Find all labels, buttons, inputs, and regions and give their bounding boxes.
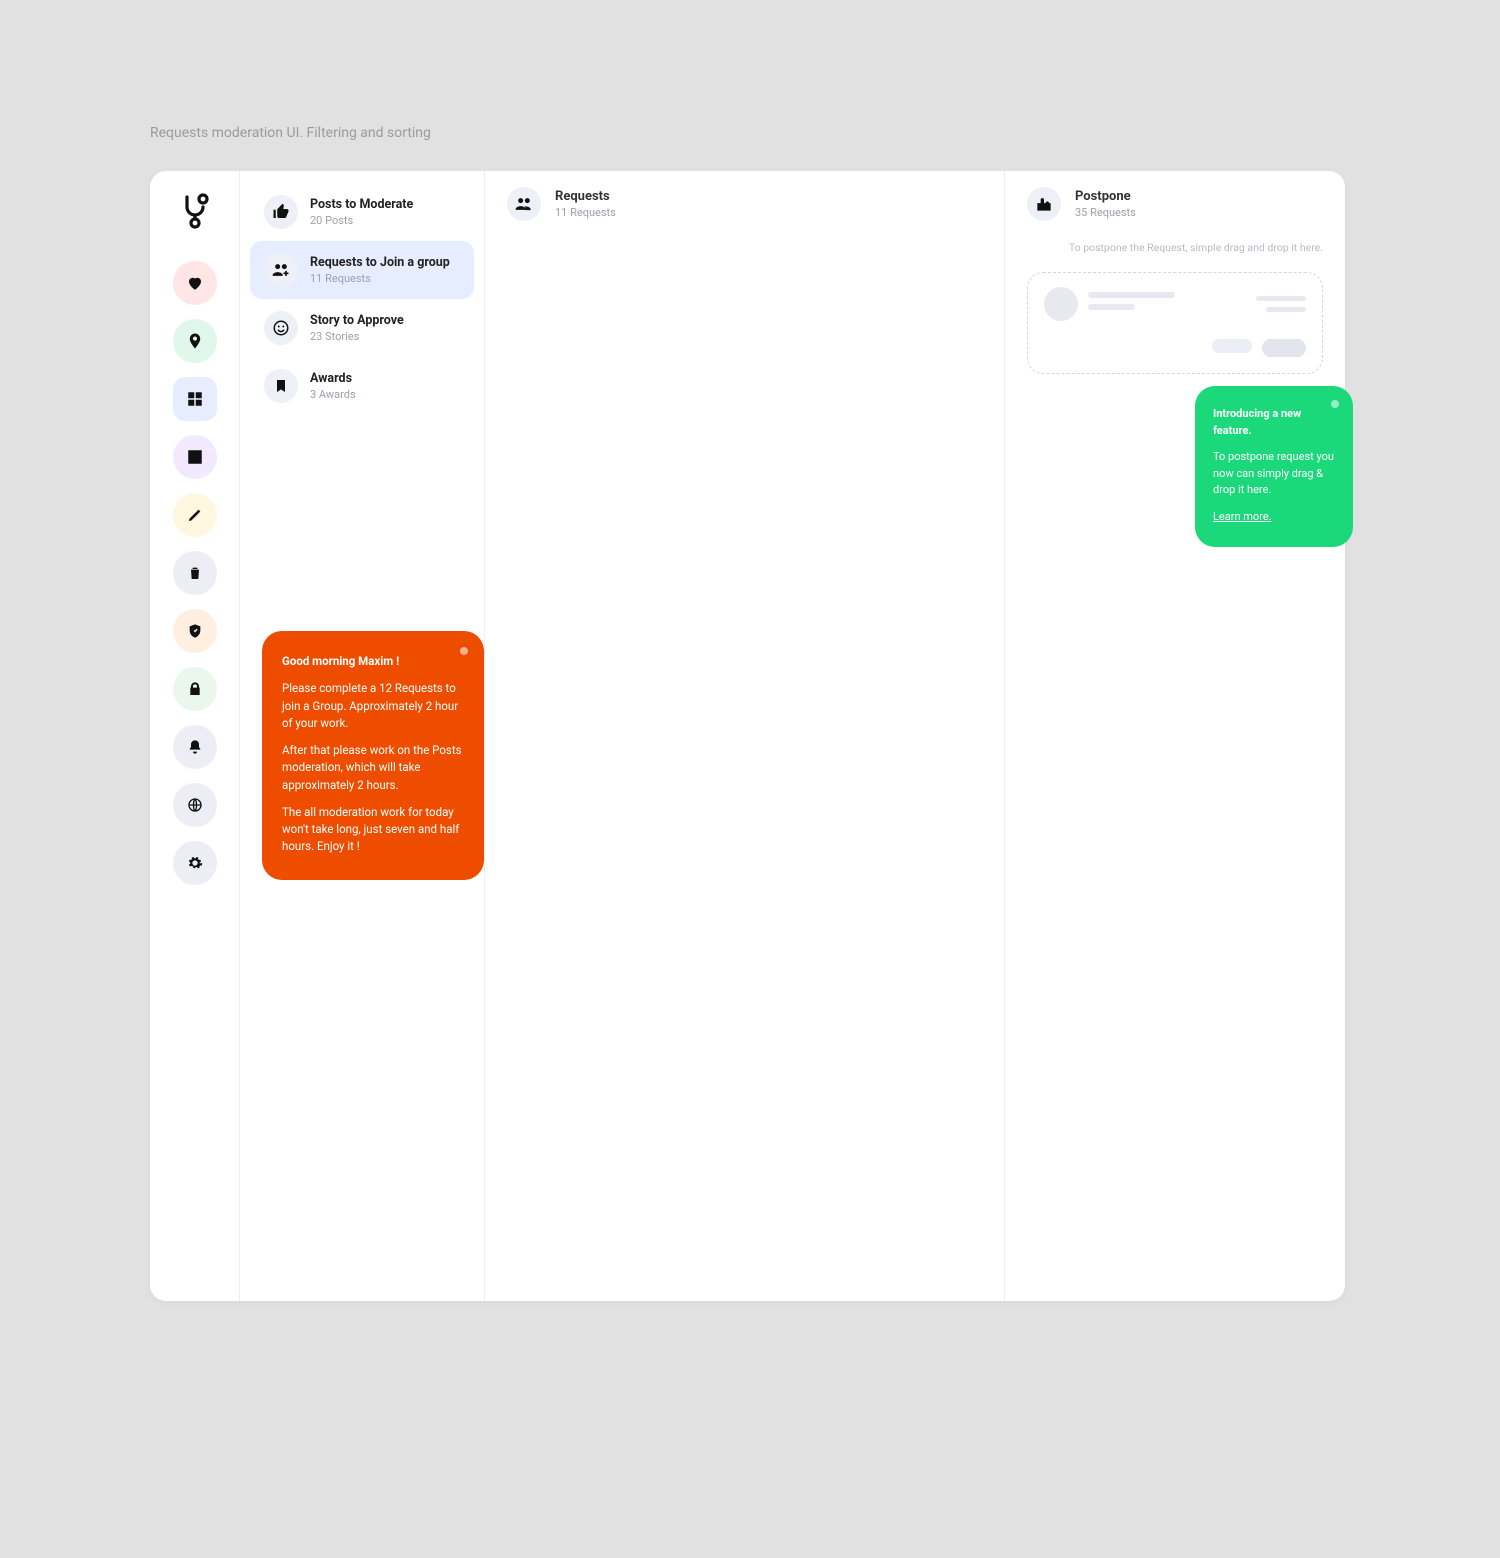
nav-pin-icon[interactable]	[173, 319, 217, 363]
toast-line: Please complete a 12 Requests to join a …	[282, 680, 464, 732]
nav-shield-icon[interactable]	[173, 609, 217, 653]
toast-greeting: Good morning Maxim !	[282, 653, 464, 670]
nav-lock-icon[interactable]	[173, 667, 217, 711]
toast-close-dot[interactable]	[1331, 400, 1339, 408]
page-caption: Requests moderation UI. Filtering and so…	[0, 0, 1500, 171]
category-bookmark[interactable]: Awards 3 Awards	[250, 357, 474, 415]
postpone-column: Postpone 35 Requests To postpone the Req…	[1005, 171, 1345, 1301]
tip-body: To postpone request you now can simply d…	[1213, 449, 1335, 499]
category-group-add[interactable]: Requests to Join a group 11 Requests	[250, 241, 474, 299]
category-subtitle: 23 Stories	[310, 330, 404, 343]
postpone-dropzone[interactable]	[1027, 272, 1323, 374]
nav-globe-icon[interactable]	[173, 783, 217, 827]
nav-gear-icon[interactable]	[173, 841, 217, 885]
thumbs-icon	[264, 195, 298, 229]
skeleton-line	[1266, 307, 1306, 312]
toast-close-dot[interactable]	[460, 647, 468, 655]
daily-briefing-toast: Good morning Maxim ! Please complete a 1…	[262, 631, 484, 880]
skeleton-button	[1262, 339, 1306, 357]
skeleton-line	[1088, 292, 1175, 298]
requests-title: Requests	[555, 189, 616, 204]
category-subtitle: 3 Awards	[310, 388, 356, 401]
toast-line: The all moderation work for today won't …	[282, 804, 464, 856]
skeleton-line	[1256, 296, 1306, 301]
nav-pencil-icon[interactable]	[173, 493, 217, 537]
nav-rail	[150, 171, 240, 1301]
toast-line: After that please work on the Posts mode…	[282, 742, 464, 794]
puzzle-icon	[1027, 187, 1061, 221]
app-logo	[175, 191, 215, 231]
category-title: Posts to Moderate	[310, 197, 413, 212]
app-shell: Posts to Moderate 20 Posts Requests to J…	[150, 171, 1345, 1301]
group-add-icon	[264, 253, 298, 287]
category-thumbs[interactable]: Posts to Moderate 20 Posts	[250, 183, 474, 241]
skeleton-button	[1212, 339, 1252, 353]
nav-grid-icon[interactable]	[173, 377, 217, 421]
requests-subtitle: 11 Requests	[555, 206, 616, 219]
tip-title: Introducing a new feature.	[1213, 406, 1335, 439]
category-subtitle: 20 Posts	[310, 214, 413, 227]
category-face[interactable]: Story to Approve 23 Stories	[250, 299, 474, 357]
nav-bell-icon[interactable]	[173, 725, 217, 769]
category-title: Awards	[310, 371, 356, 386]
group-icon	[507, 187, 541, 221]
learn-more-link[interactable]: Learn more.	[1213, 510, 1272, 523]
requests-header: Requests 11 Requests	[485, 183, 1004, 241]
postpone-header: Postpone 35 Requests	[1027, 183, 1323, 241]
nav-heart-icon[interactable]	[173, 261, 217, 305]
bookmark-icon	[264, 369, 298, 403]
nav-film-icon[interactable]	[173, 435, 217, 479]
postpone-subtitle: 35 Requests	[1075, 206, 1136, 219]
requests-column: Requests 11 Requests	[485, 171, 1005, 1301]
dropzone-hint: To postpone the Request, simple drag and…	[1027, 241, 1323, 254]
feature-tip-toast: Introducing a new feature. To postpone r…	[1195, 386, 1353, 547]
category-title: Story to Approve	[310, 313, 404, 328]
face-icon	[264, 311, 298, 345]
skeleton-line	[1088, 304, 1135, 310]
skeleton-avatar	[1044, 287, 1078, 321]
postpone-title: Postpone	[1075, 189, 1136, 204]
categories-column: Posts to Moderate 20 Posts Requests to J…	[240, 171, 485, 1301]
category-subtitle: 11 Requests	[310, 272, 450, 285]
category-title: Requests to Join a group	[310, 255, 450, 270]
nav-trash-icon[interactable]	[173, 551, 217, 595]
